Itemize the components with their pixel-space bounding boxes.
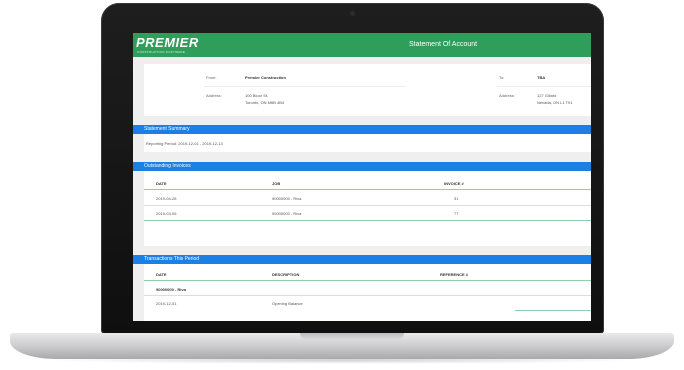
from-divider [204,86,406,87]
laptop-base [10,333,674,359]
invoices-footer-divider [144,220,591,221]
col-invoice: INVOICE # [444,181,464,186]
invoice-date: 2019-03-05 [156,211,177,216]
reporting-period: Reporting Period: 2019-12-01 - 2019-12-1… [146,141,223,146]
outstanding-invoices-card: DATE JOB INVOICE # 2019-04-28 90000000 -… [144,171,591,246]
webcam [350,11,355,16]
invoice-date: 2019-04-28 [156,196,177,201]
outstanding-invoices-title: Outstanding Invoices [144,163,191,169]
col-date: DATE [156,272,167,277]
address-line-1: 100 Bloor St. [245,93,269,98]
col-reference: REFERENCE # [440,272,469,277]
app-header: PREMIER CONSTRUCTION SOFTWARE Statement … [133,33,591,57]
row-divider [144,295,591,296]
row-divider [144,205,591,206]
laptop-notch [300,333,404,339]
from-value: Premier Construction [245,75,286,80]
transactions-title: Transactions This Period [144,256,200,262]
col-job: JOB [272,181,281,186]
transactions-card: DATE DESCRIPTION REFERENCE # 90000000 - … [144,264,591,321]
job-group-label: 90000000 - Riva [156,287,186,292]
page-title: Statement Of Account [409,41,478,48]
to-address-label: Address: [499,93,515,98]
address-line-2: Toronto, ON M6B 4B4 [245,100,285,105]
invoice-job: 90000000 - Riva [272,196,302,201]
col-description: DESCRIPTION [272,272,300,277]
to-divider [497,86,591,87]
to-address-line-1: 127 Gillard [537,93,557,98]
address-label: Address: [206,93,222,98]
invoice-job: 90000000 - Riva [272,211,302,216]
laptop-screen: PREMIER CONSTRUCTION SOFTWARE Statement … [133,33,591,321]
statement-summary-header: Statement Summary [133,125,591,134]
transaction-description: Opening Balance [272,301,303,306]
invoices-header-divider [144,189,591,190]
statement-summary-card: Reporting Period: 2019-12-01 - 2019-12-1… [144,134,591,152]
invoice-number: 31 [454,196,459,201]
to-address-line-2: Nevada, ON L1 T91 [537,100,573,105]
to-label: To: [499,75,505,80]
account-header-card: From: Premier Construction Address: 100 … [144,64,591,116]
col-date: DATE [156,181,167,186]
to-value: TBA [537,75,546,80]
premier-logo[interactable]: PREMIER [136,36,199,49]
from-label: From: [206,75,217,80]
balance-underline [515,310,591,311]
logo-tagline: CONSTRUCTION SOFTWARE [137,50,186,54]
outstanding-invoices-header: Outstanding Invoices [133,162,591,171]
statement-summary-title: Statement Summary [144,126,190,132]
transactions-header: Transactions This Period [133,255,591,264]
invoice-number: 77 [454,211,459,216]
transaction-date: 2019-12-01 [156,301,177,306]
transactions-header-divider [144,280,591,281]
